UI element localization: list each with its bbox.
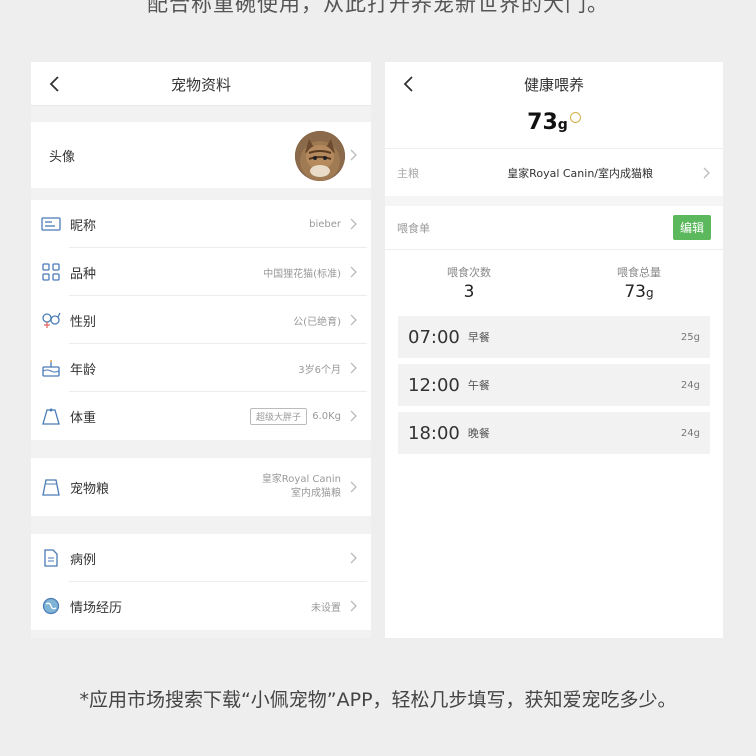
field-value: 公(已绝育) <box>293 316 341 328</box>
main-food-row[interactable]: 主粮 皇家Royal Canin/室内成猫粮 <box>385 148 723 196</box>
feeding-menu-label: 喂食单 <box>397 221 430 235</box>
field-row-pet-food[interactable]: 宠物粮 皇家Royal Canin 室内成猫粮 <box>31 458 371 516</box>
feeding-menu-header: 喂食单 编辑 <box>385 206 723 250</box>
chevron-right-icon <box>350 552 357 564</box>
avatar-label: 头像 <box>49 149 76 165</box>
main-food-label: 主粮 <box>397 166 419 180</box>
avatar-row[interactable]: 头像 <box>31 122 371 188</box>
chevron-right-icon <box>350 218 357 230</box>
field-value: 未设置 <box>311 602 341 614</box>
field-label: 体重 <box>70 410 97 426</box>
field-label: 病例 <box>70 552 97 568</box>
main-food-value: 皇家Royal Canin/室内成猫粮 <box>507 166 653 180</box>
feeding-stats: 喂食次数 3 喂食总量 73g <box>385 250 723 316</box>
meal-amount: 24g <box>680 380 700 391</box>
feed-count-label: 喂食次数 <box>447 266 491 279</box>
meal-row[interactable]: 07:00 早餐 25g <box>398 316 710 358</box>
field-label: 性别 <box>70 314 97 330</box>
field-row-experience[interactable]: 情场经历 未设置 <box>31 582 371 630</box>
top-caption: 配合称重碗使用，从此打开养宠新世界的大门。 <box>147 0 609 16</box>
chevron-right-icon <box>350 149 357 161</box>
chevron-right-icon <box>350 481 357 493</box>
meal-name: 午餐 <box>467 379 490 392</box>
meal-name: 早餐 <box>467 331 490 344</box>
grid-icon <box>41 262 61 282</box>
meal-amount: 25g <box>680 332 700 343</box>
meal-row[interactable]: 12:00 午餐 24g <box>398 364 710 406</box>
feed-amount-value: 73 <box>624 282 646 302</box>
meal-amount: 24g <box>680 428 700 439</box>
chevron-right-icon <box>703 167 710 179</box>
chevron-right-icon <box>350 600 357 612</box>
id-card-icon <box>41 214 61 234</box>
gender-icon <box>41 310 61 330</box>
chevron-right-icon <box>350 362 357 374</box>
weight-icon <box>41 406 61 426</box>
avatar[interactable] <box>295 131 345 181</box>
field-label: 年龄 <box>70 362 97 378</box>
field-value: 中国狸花猫(标准) <box>263 268 341 280</box>
feed-amount-stat: 喂食总量 73g <box>579 264 699 302</box>
meal-time: 12:00 <box>408 374 460 396</box>
page-title: 健康喂养 <box>523 76 584 94</box>
bottom-caption: *应用市场搜索下载“小佩宠物”APP，轻松几步填写，获知爱宠吃多少。 <box>79 689 677 711</box>
field-row-age[interactable]: 年龄 3岁6个月 <box>31 344 371 392</box>
chevron-right-icon <box>350 314 357 326</box>
chevron-right-icon <box>350 266 357 278</box>
field-label: 情场经历 <box>70 600 123 616</box>
field-label: 品种 <box>70 266 97 282</box>
total-weight-display: 73g <box>385 106 723 148</box>
meal-time: 18:00 <box>408 422 460 444</box>
food-bag-icon <box>41 477 61 497</box>
feed-count-stat: 喂食次数 3 <box>409 264 529 302</box>
feed-amount-value-wrap: 73g <box>579 282 699 302</box>
field-label: 昵称 <box>70 218 97 234</box>
edit-button[interactable]: 编辑 <box>672 215 711 240</box>
cake-icon <box>41 358 61 378</box>
field-value: 皇家Royal Canin 室内成猫粮 <box>262 473 341 501</box>
profile-fields: 昵称 bieber 品种 中国狸花猫(标准) 性别 公(已绝育) 年龄 3岁6个… <box>31 200 371 440</box>
page-title: 宠物资料 <box>170 76 231 94</box>
food-brand: 皇家Royal Canin <box>261 474 341 485</box>
feed-amount-label: 喂食总量 <box>617 266 661 279</box>
document-icon <box>41 548 61 568</box>
field-label: 宠物粮 <box>70 481 110 497</box>
health-feeding-screen: 健康喂养 73g 主粮 皇家Royal Canin/室内成猫粮 喂食单 编辑 喂… <box>385 62 723 638</box>
weight-tag-badge: 超级大胖子 <box>249 408 307 425</box>
total-weight-value: 73 <box>527 110 558 135</box>
feed-count-value: 3 <box>463 282 475 302</box>
field-value: bieber <box>309 218 341 230</box>
feed-amount-unit: g <box>646 286 654 300</box>
pet-profile-screen: 宠物资料 头像 昵称 bieber 品种 中国狸花猫(标准) 性别 公(已绝育)… <box>31 62 371 638</box>
field-row-breed[interactable]: 品种 中国狸花猫(标准) <box>31 248 371 296</box>
meal-row[interactable]: 18:00 晚餐 24g <box>398 412 710 454</box>
chevron-right-icon <box>350 410 357 422</box>
globe-icon <box>41 596 61 616</box>
field-row-medical[interactable]: 病例 <box>31 534 371 582</box>
nav-bar: 健康喂养 <box>385 62 723 106</box>
food-type: 室内成猫粮 <box>291 488 341 499</box>
nav-bar: 宠物资料 <box>31 62 371 106</box>
meal-time: 07:00 <box>408 326 460 348</box>
info-icon[interactable] <box>569 112 581 123</box>
field-row-gender[interactable]: 性别 公(已绝育) <box>31 296 371 344</box>
field-value: 3岁6个月 <box>298 364 341 376</box>
total-weight-unit: g <box>557 117 568 133</box>
meal-name: 晚餐 <box>467 427 490 440</box>
field-value: 6.0Kg <box>312 410 341 422</box>
field-row-nickname[interactable]: 昵称 bieber <box>31 200 371 248</box>
field-row-weight[interactable]: 体重 超级大胖子 6.0Kg <box>31 392 371 440</box>
